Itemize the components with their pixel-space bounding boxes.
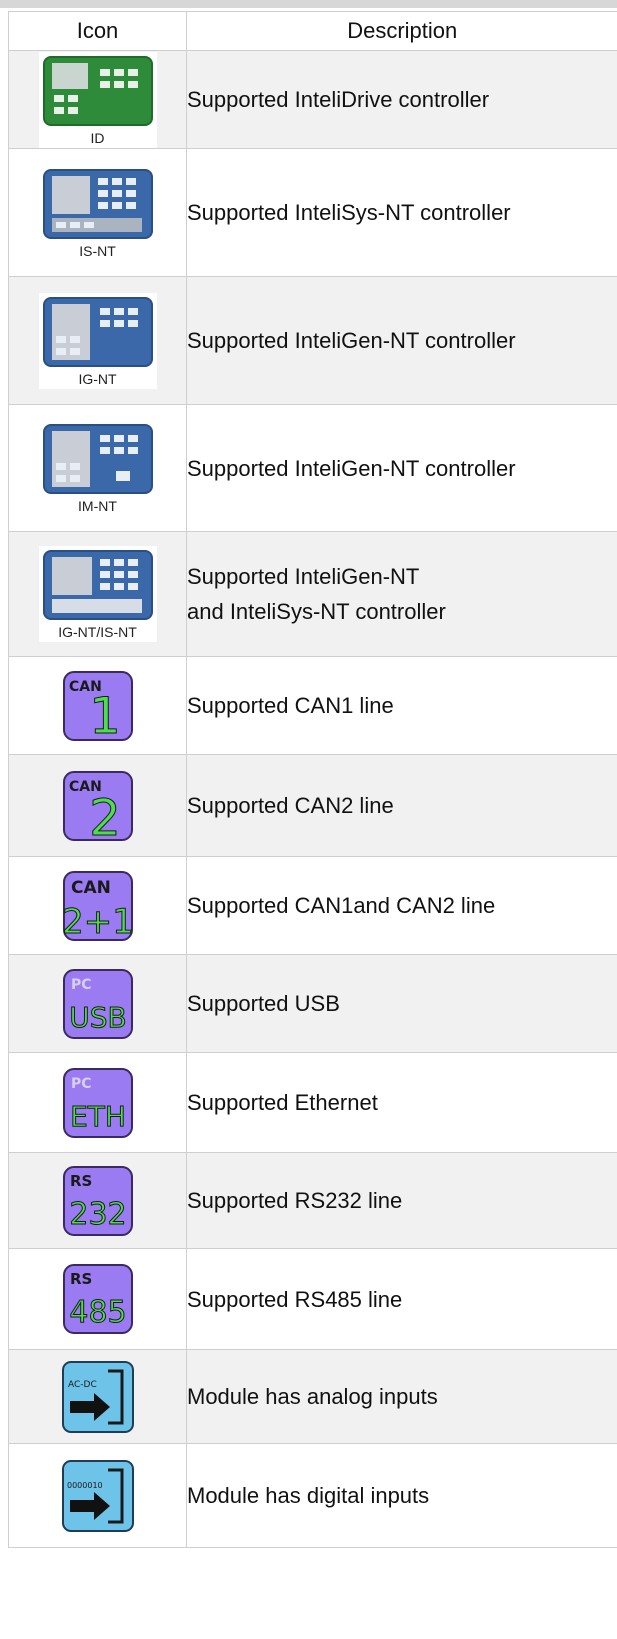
svg-text:PC: PC	[71, 977, 92, 993]
svg-text:232: 232	[69, 1197, 126, 1232]
svg-text:2: 2	[89, 789, 121, 843]
table-row: AC-DC Module has analog inputs	[8, 1349, 617, 1444]
icon-column-header: Icon	[8, 11, 187, 51]
analog-inputs-icon: AC-DC	[61, 1360, 134, 1433]
table-row: PC ETH Supported Ethernet	[8, 1052, 617, 1153]
table-row: IM-NT Supported InteliGen-NT controller	[8, 404, 617, 532]
ig-nt-is-nt-controller-icon: IG-NT/IS-NT	[38, 546, 157, 642]
table-row: PC USB Supported USB	[8, 954, 617, 1053]
svg-text:0000010: 0000010	[67, 1481, 103, 1490]
svg-text:PC: PC	[71, 1076, 92, 1092]
table-header-row: Icon Description	[8, 11, 617, 51]
table-row: RS 232 Supported RS232 line	[8, 1152, 617, 1249]
svg-text:ETH: ETH	[70, 1100, 126, 1133]
description-cell: Supported Ethernet	[186, 1052, 617, 1153]
svg-text:2+1: 2+1	[62, 902, 134, 942]
description-cell: Supported RS232 line	[186, 1152, 617, 1249]
description-cell: Supported InteliSys-NT controller	[186, 148, 617, 277]
icon-caption: IG-NT	[78, 370, 117, 387]
description-cell: Supported InteliGen-NT controller	[186, 404, 617, 532]
description-cell: Supported RS485 line	[186, 1248, 617, 1350]
can2-1-icon: CAN 2+1	[61, 870, 134, 942]
table-row: CAN 2 Supported CAN2 line	[8, 754, 617, 857]
description-cell: Module has analog inputs	[186, 1349, 617, 1444]
rs485-icon: RS 485	[62, 1264, 133, 1334]
table-row: 0000010 Module has digital inputs	[8, 1443, 617, 1548]
description-cell: Supported InteliDrive controller	[186, 50, 617, 149]
is-nt-controller-icon: IS-NT	[38, 164, 157, 261]
pc-usb-icon: PC USB	[62, 968, 133, 1039]
table-row: CAN 2+1 Supported CAN1and CAN2 line	[8, 856, 617, 955]
icon-caption: IM-NT	[78, 498, 117, 514]
id-controller-icon: ID	[38, 51, 157, 148]
svg-text:RS: RS	[70, 1270, 92, 1288]
can1-icon: CAN 1	[62, 670, 133, 743]
description-cell: Module has digital inputs	[186, 1443, 617, 1548]
description-cell: Supported USB	[186, 954, 617, 1053]
im-nt-controller-icon: IM-NT	[38, 420, 157, 516]
table-row: CAN 1 Supported CAN1 line	[8, 656, 617, 755]
svg-text:USB: USB	[69, 1001, 126, 1034]
description-cell: Supported CAN2 line	[186, 754, 617, 857]
icon-caption: IS-NT	[79, 242, 116, 259]
description-line-1: Supported InteliGen-NT	[187, 564, 420, 589]
ig-nt-controller-icon: IG-NT	[38, 292, 157, 389]
pc-eth-icon: PC ETH	[62, 1067, 133, 1138]
table-row: RS 485 Supported RS485 line	[8, 1248, 617, 1350]
top-rule	[0, 0, 617, 8]
svg-text:485: 485	[69, 1295, 126, 1330]
table-row: IG-NT/IS-NT Supported InteliGen-NT and I…	[8, 531, 617, 657]
can2-icon: CAN 2	[62, 770, 133, 843]
table-row: ID Supported InteliDrive controller	[8, 50, 617, 149]
table-row: IS-NT Supported InteliSys-NT controller	[8, 148, 617, 277]
description-cell: Supported CAN1and CAN2 line	[186, 856, 617, 955]
icon-caption: IG-NT/IS-NT	[58, 624, 137, 640]
svg-text:1: 1	[89, 687, 121, 743]
icon-caption: ID	[90, 129, 105, 146]
description-column-header: Description	[186, 11, 617, 51]
svg-text:AC-DC: AC-DC	[68, 1380, 97, 1390]
description-cell: Supported CAN1 line	[186, 656, 617, 755]
digital-inputs-icon: 0000010	[61, 1459, 134, 1532]
icon-legend-table: Icon Description ID Supported InteliDriv…	[8, 11, 617, 1548]
description-cell: Supported InteliGen-NT controller	[186, 276, 617, 405]
rs232-icon: RS 232	[62, 1165, 133, 1236]
description-line-2: and InteliSys-NT controller	[187, 599, 446, 624]
svg-text:CAN: CAN	[71, 878, 111, 898]
svg-text:RS: RS	[70, 1172, 92, 1190]
description-cell: Supported InteliGen-NT and InteliSys-NT …	[186, 531, 617, 657]
table-row: IG-NT Supported InteliGen-NT controller	[8, 276, 617, 405]
